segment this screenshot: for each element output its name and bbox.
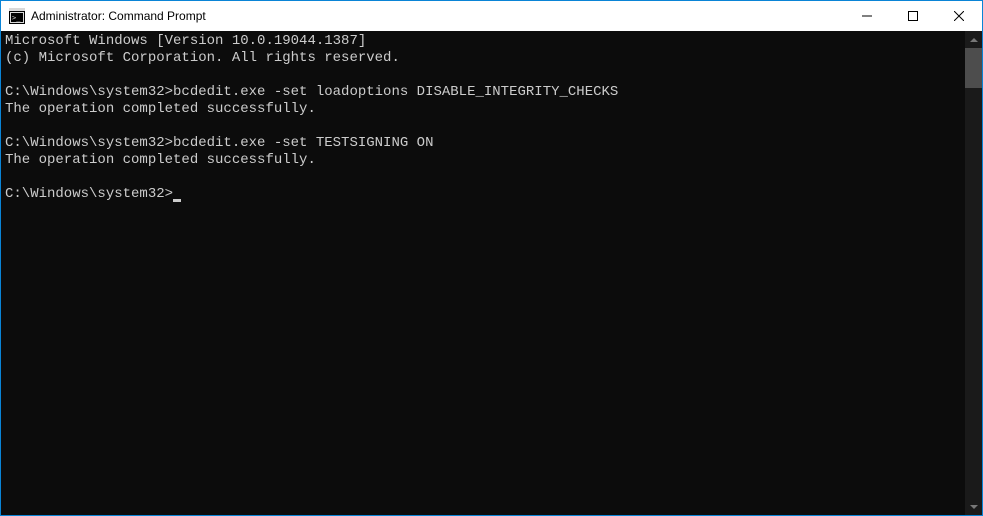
close-button[interactable] (936, 1, 982, 31)
scroll-track[interactable] (965, 48, 982, 498)
terminal-prompt-line[interactable]: C:\Windows\system32> (5, 186, 965, 203)
terminal-line: C:\Windows\system32>bcdedit.exe -set TES… (5, 135, 965, 152)
terminal[interactable]: Microsoft Windows [Version 10.0.19044.13… (1, 31, 965, 515)
minimize-button[interactable] (844, 1, 890, 31)
terminal-cursor (173, 199, 181, 202)
vertical-scrollbar[interactable] (965, 31, 982, 515)
terminal-line: (c) Microsoft Corporation. All rights re… (5, 50, 965, 67)
terminal-line (5, 169, 965, 186)
maximize-button[interactable] (890, 1, 936, 31)
scroll-thumb[interactable] (965, 48, 982, 88)
chevron-down-icon (970, 505, 978, 509)
terminal-line (5, 118, 965, 135)
window-title: Administrator: Command Prompt (31, 9, 206, 23)
client-area: Microsoft Windows [Version 10.0.19044.13… (1, 31, 982, 515)
chevron-up-icon (970, 38, 978, 42)
terminal-prompt: C:\Windows\system32> (5, 186, 173, 203)
terminal-line: C:\Windows\system32>bcdedit.exe -set loa… (5, 84, 965, 101)
svg-text:>_: >_ (12, 14, 21, 22)
terminal-line: The operation completed successfully. (5, 152, 965, 169)
close-icon (954, 11, 964, 21)
titlebar[interactable]: >_ Administrator: Command Prompt (1, 1, 982, 31)
cmd-icon: >_ (9, 8, 25, 24)
scroll-down-button[interactable] (965, 498, 982, 515)
window: >_ Administrator: Command Prompt Microso… (0, 0, 983, 516)
terminal-line: Microsoft Windows [Version 10.0.19044.13… (5, 33, 965, 50)
terminal-line: The operation completed successfully. (5, 101, 965, 118)
minimize-icon (862, 11, 872, 21)
terminal-line (5, 67, 965, 84)
scroll-up-button[interactable] (965, 31, 982, 48)
maximize-icon (908, 11, 918, 21)
window-controls (844, 1, 982, 31)
